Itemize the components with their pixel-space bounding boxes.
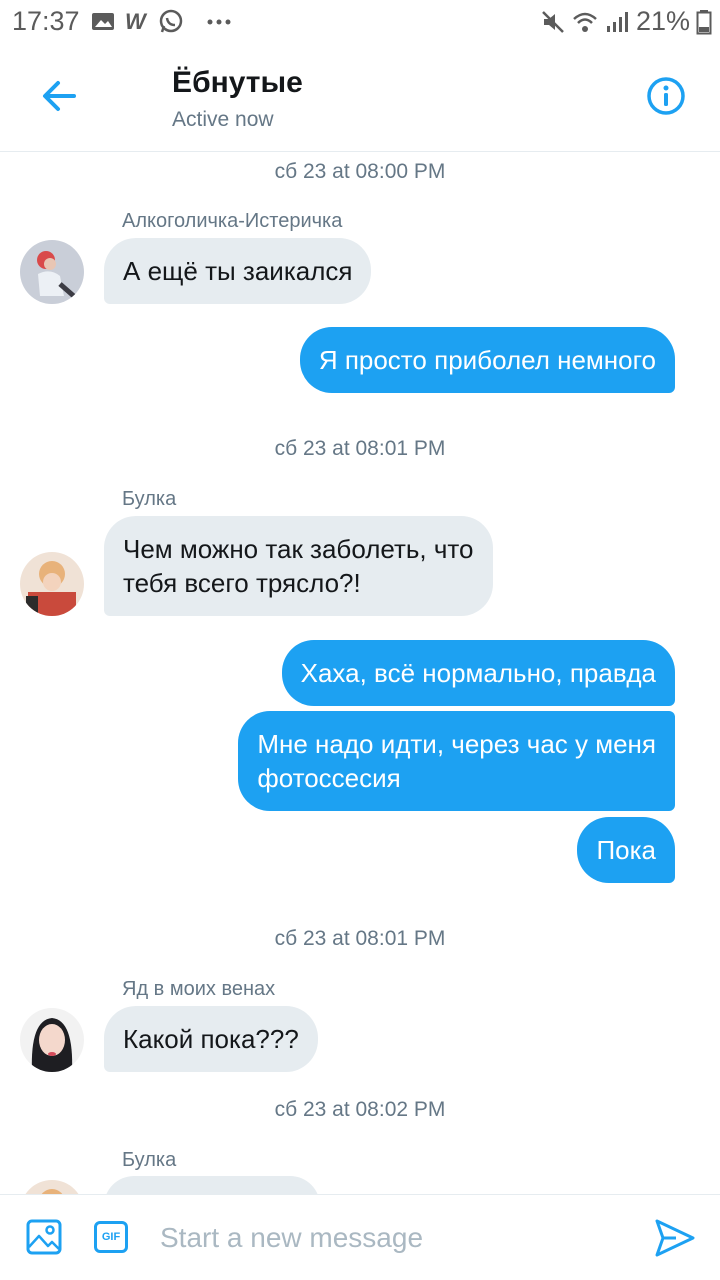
message-timestamp: сб 23 at 08:01 PM (274, 927, 446, 950)
message-text-line: Чем можно так заболеть, что (123, 534, 474, 564)
notification-icons: W (90, 8, 232, 34)
sender-name: Булка (122, 488, 177, 510)
outgoing-message[interactable]: Мне надо идти, через час у меня фотоссес… (238, 711, 675, 811)
message-text: Хаха, всё нормально, правда (300, 658, 656, 688)
more-dots-icon (207, 19, 231, 25)
incoming-message[interactable]: Какой пока??? (104, 1006, 318, 1072)
battery-percent: 21% (635, 6, 690, 36)
back-arrow-icon[interactable] (38, 74, 82, 118)
outgoing-message[interactable]: Пока (577, 817, 675, 883)
avatar[interactable] (20, 1008, 84, 1072)
message-text: Пока (596, 835, 656, 865)
mute-icon (542, 10, 564, 33)
message-text: Какой пока??? (123, 1024, 299, 1054)
conversation-title[interactable]: Ёбнутые (172, 66, 303, 100)
avatar[interactable] (20, 1180, 84, 1194)
message-composer: GIF (0, 1194, 720, 1280)
message-text-line: тебя всего трясло?! (123, 568, 361, 598)
sender-name: Булка (122, 1149, 177, 1171)
incoming-message[interactable]: А ещё ты заикался (104, 238, 372, 304)
whatsapp-icon (159, 9, 183, 33)
message-list[interactable]: сб 23 at 08:00 PM Алкоголичка-Истеричка … (0, 152, 720, 1194)
conversation-header: Ёбнутые Active now (0, 44, 720, 152)
image-icon (92, 13, 114, 30)
message-text-line: Мне надо идти, через час у меня (257, 729, 656, 759)
incoming-message[interactable]: Чем можно так заболеть, что тебя всего т… (104, 516, 493, 616)
w-app-icon: W (125, 9, 148, 34)
battery-icon (696, 9, 712, 34)
presence-status: Active now (172, 108, 274, 131)
wifi-icon (573, 12, 597, 32)
svg-text:W: W (125, 9, 148, 34)
message-text: Я просто приболел немного (318, 345, 656, 375)
message-timestamp: сб 23 at 08:02 PM (274, 1098, 446, 1121)
send-icon[interactable] (654, 1217, 696, 1259)
message-timestamp: сб 23 at 08:00 PM (274, 160, 446, 183)
status-bar: 17:37 W 21% (0, 0, 720, 44)
sender-name: Яд в моих венах (122, 978, 276, 1000)
avatar[interactable] (20, 552, 84, 616)
system-icons: 21% (540, 6, 712, 37)
message-timestamp: сб 23 at 08:01 PM (274, 437, 446, 460)
status-time: 17:37 (12, 6, 80, 36)
sender-name: Алкоголичка-Истеричка (122, 210, 343, 232)
message-input[interactable] (160, 1215, 630, 1261)
avatar[interactable] (20, 240, 84, 304)
incoming-message[interactable] (104, 1176, 320, 1194)
outgoing-message[interactable]: Хаха, всё нормально, правда (281, 640, 675, 706)
signal-icon (606, 11, 628, 32)
info-icon[interactable] (646, 76, 686, 116)
photo-icon[interactable] (26, 1219, 62, 1255)
outgoing-message[interactable]: Я просто приболел немного (299, 327, 675, 393)
message-text: А ещё ты заикался (123, 256, 353, 286)
message-text-line: фотоссесия (257, 763, 401, 793)
gif-button[interactable]: GIF (94, 1221, 128, 1253)
